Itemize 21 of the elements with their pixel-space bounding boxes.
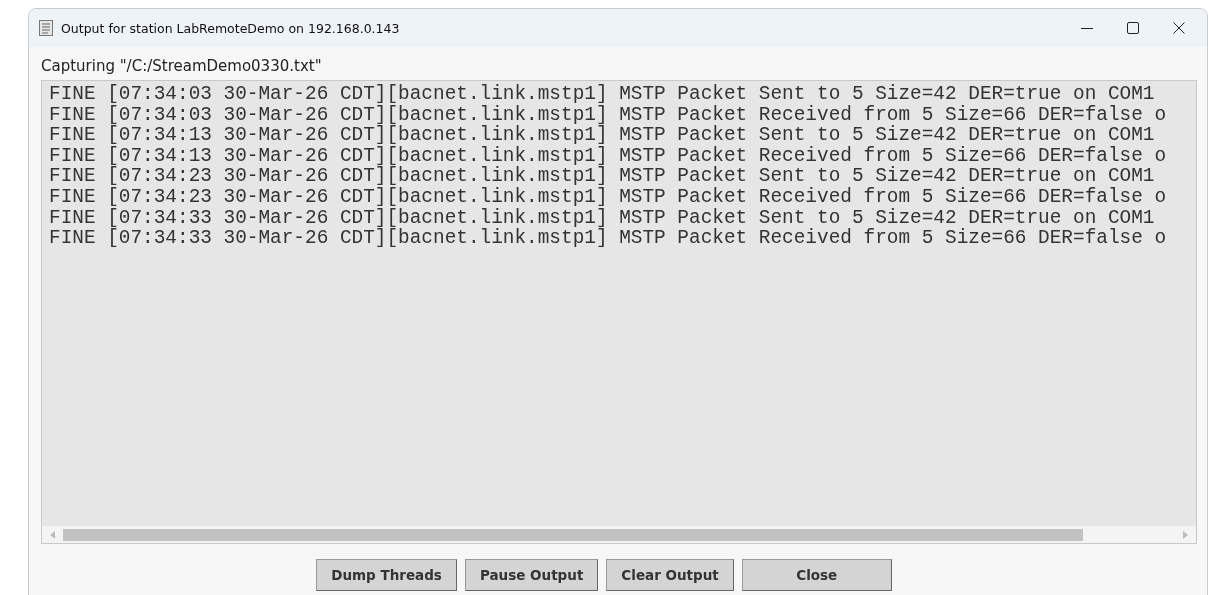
maximize-icon[interactable] [1127, 22, 1139, 34]
window-title: Output for station LabRemoteDemo on 192.168.0.143 [61, 20, 400, 36]
log-line: FINE [07:34:33 30-Mar-26 CDT][bacnet.link.mstp1] MSTP Packet Sent to 5 Size=42 DER=true on COM1 [49, 207, 1155, 229]
document-icon [39, 20, 53, 36]
dialog-button[interactable]: Pause Output [464, 559, 599, 591]
scroll-right-icon[interactable] [1183, 530, 1188, 539]
log-line: FINE [07:34:23 30-Mar-26 CDT][bacnet.link.mstp1] MSTP Packet Sent to 5 Size=42 DER=true on COM1 [49, 166, 1155, 187]
capture-label: Capturing "/C:/StreamDemo0330.txt" [41, 57, 323, 75]
scrollbar-thumb[interactable] [63, 528, 1083, 541]
log-line: FINE [07:34:23 30-Mar-26 CDT][bacnet.link.mstp1] MSTP Packet Received from 5 Size=66 DER=false o [49, 186, 1167, 208]
log-line: FINE [07:34:13 30-Mar-26 CDT][bacnet.link.mstp1] MSTP Packet Sent to 5 Size=42 DER=true on COM1 [49, 125, 1155, 146]
log-line: FINE [07:34:03 30-Mar-26 CDT][bacnet.link.mstp1] MSTP Packet Sent to 5 Size=42 DER=true on COM1 [49, 84, 1155, 105]
dialog-button[interactable]: Close [741, 559, 892, 591]
dialog-button[interactable]: Clear Output [606, 559, 734, 591]
log-line: FINE [07:34:03 30-Mar-26 CDT][bacnet.link.mstp1] MSTP Packet Received from 5 Size=66 DER=false o [49, 104, 1167, 126]
dialog-button[interactable]: Dump Threads [316, 559, 457, 591]
scroll-left-icon[interactable] [50, 530, 55, 539]
log-line: FINE [07:34:13 30-Mar-26 CDT][bacnet.link.mstp1] MSTP Packet Received from 5 Size=66 DER=false o [49, 145, 1167, 167]
close-icon[interactable] [1173, 22, 1185, 34]
horizontal-scrollbar[interactable] [42, 526, 1196, 543]
log-line: FINE [07:34:33 30-Mar-26 CDT][bacnet.link.mstp1] MSTP Packet Received from 5 Size=66 DER=false o [49, 228, 1167, 249]
